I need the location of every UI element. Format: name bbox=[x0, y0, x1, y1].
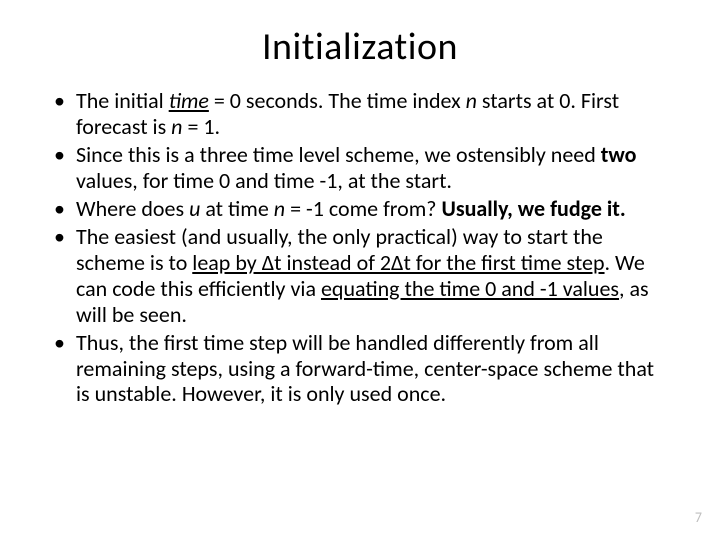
text-italic: u bbox=[189, 195, 200, 222]
text-italic: n bbox=[466, 87, 477, 114]
text-bold: Usually, we fudge it. bbox=[441, 195, 625, 222]
text: = 1. bbox=[182, 113, 220, 140]
text-underline: leap by Δt instead of 2Δt for the first … bbox=[192, 249, 604, 276]
text-italic: n bbox=[274, 195, 285, 222]
text: Where does bbox=[76, 195, 189, 222]
text: Thus, the first time step will be handle… bbox=[76, 329, 654, 408]
text: Since this is a three time level scheme,… bbox=[76, 141, 601, 168]
text: = -1 come from? bbox=[285, 195, 441, 222]
bullet-item: Thus, the first time step will be handle… bbox=[48, 330, 672, 408]
text: The initial bbox=[76, 87, 169, 114]
text: at time bbox=[200, 195, 273, 222]
bullet-item: Since this is a three time level scheme,… bbox=[48, 142, 672, 194]
text: values, for time 0 and time -1, at the s… bbox=[76, 167, 452, 194]
text: = 0 seconds. The time index bbox=[209, 87, 466, 114]
slide-body: The initial time = 0 seconds. The time i… bbox=[0, 80, 720, 407]
bullet-list: The initial time = 0 seconds. The time i… bbox=[48, 88, 672, 407]
text-emphasis: time bbox=[169, 87, 209, 114]
page-number: 7 bbox=[695, 509, 702, 526]
bullet-item: The easiest (and usually, the only pract… bbox=[48, 224, 672, 328]
slide: Initialization The initial time = 0 seco… bbox=[0, 0, 720, 540]
text-underline: equating the time 0 and -1 values bbox=[321, 275, 619, 302]
text-italic: n bbox=[171, 113, 182, 140]
slide-title: Initialization bbox=[0, 0, 720, 80]
bullet-item: Where does u at time n = -1 come from? U… bbox=[48, 196, 672, 222]
text-bold: two bbox=[601, 141, 637, 168]
bullet-item: The initial time = 0 seconds. The time i… bbox=[48, 88, 672, 140]
